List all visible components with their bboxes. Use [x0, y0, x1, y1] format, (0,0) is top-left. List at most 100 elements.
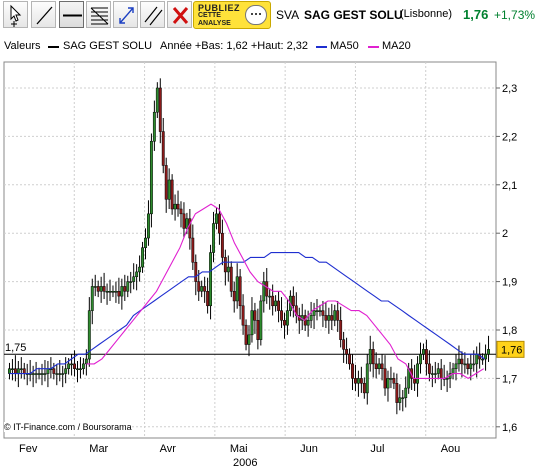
- candle-body: [229, 266, 233, 292]
- y-tick-label: 1,9: [502, 277, 517, 289]
- y-tick-label: 2: [502, 228, 508, 240]
- chart-legend: Valeurs SAG GEST SOLU Année +Bas: 1,62 +…: [0, 40, 544, 54]
- ad-line-2: CETTE ANALYSE: [198, 12, 231, 28]
- expand-arrows-icon: [119, 7, 134, 24]
- candle-body: [330, 315, 334, 321]
- candle-body: [120, 286, 124, 297]
- candle-body: [90, 286, 94, 311]
- delete-tool-button[interactable]: [167, 1, 192, 28]
- price-chart[interactable]: 2,3 2,2 2,1 2 1,9 1,8 1,7 1,6 Fev Mar Avr Mai Jun Jul…: [0, 56, 544, 456]
- x-tick-label: Mai: [230, 443, 248, 455]
- candle-body: [392, 378, 396, 384]
- x-tick-label: Fev: [19, 443, 38, 455]
- candle-body: [315, 310, 319, 312]
- ticker-code: SVA: [276, 8, 300, 22]
- publish-analysis-banner[interactable]: PUBLIEZ CETTE ANALYSE: [193, 1, 271, 29]
- candle-body: [241, 305, 245, 326]
- trendline-tool-button[interactable]: [31, 1, 56, 28]
- candle-body: [309, 315, 313, 321]
- candle-body: [185, 218, 189, 229]
- last-price-label: 1,76: [501, 344, 522, 356]
- candle-body: [386, 378, 390, 389]
- candle-body: [99, 286, 103, 292]
- candle-body: [93, 286, 97, 288]
- candle-body: [55, 373, 59, 375]
- candle-body: [164, 165, 168, 200]
- candle-body: [149, 140, 153, 215]
- candle-body: [439, 368, 443, 379]
- year-label: 2006: [233, 457, 258, 469]
- candle-body: [238, 276, 242, 307]
- candle-body: [70, 363, 74, 366]
- candle-body: [108, 291, 112, 293]
- parallel-lines-icon: [144, 6, 163, 26]
- candle-body: [365, 363, 369, 394]
- candle-body: [256, 320, 260, 340]
- candle-body: [354, 378, 357, 384]
- candle-body: [135, 271, 139, 278]
- candle-body: [73, 363, 76, 369]
- x-tick-label: Avr: [160, 443, 177, 455]
- candle-body: [182, 213, 186, 229]
- fibonacci-tool-button[interactable]: [86, 1, 111, 28]
- candle-body: [271, 295, 275, 307]
- candle-body: [206, 291, 210, 307]
- horizontal-line-tool-button[interactable]: [59, 1, 84, 28]
- reference-price-label: 1,75: [5, 342, 26, 354]
- candle-body: [235, 276, 239, 302]
- candle-body: [232, 291, 236, 302]
- candle-body: [167, 179, 171, 200]
- candle-body: [76, 368, 79, 370]
- candle-body: [457, 358, 461, 365]
- candle-body: [469, 363, 473, 369]
- parallel-channel-tool-button[interactable]: [140, 1, 165, 28]
- candle-body: [484, 353, 487, 360]
- candle-body: [197, 281, 201, 292]
- candle-body: [191, 237, 195, 263]
- candle-body: [152, 111, 156, 142]
- cursor-tool-button[interactable]: [3, 1, 28, 28]
- cursor-plus-icon: [10, 4, 22, 27]
- legend-ma20: MA20: [382, 40, 411, 52]
- x-tick-label: Mar: [89, 443, 108, 455]
- y-tick-label: 2,1: [502, 180, 517, 192]
- diagonal-line-icon: [36, 6, 53, 25]
- candle-body: [19, 368, 23, 370]
- candle-body: [336, 310, 340, 321]
- candle-body: [466, 363, 470, 369]
- x-tick-label: Jul: [370, 443, 384, 455]
- candle-body: [138, 266, 142, 273]
- candle-body: [475, 353, 479, 365]
- zoom-tool-button[interactable]: [113, 1, 138, 28]
- candle-body: [413, 378, 417, 384]
- candle-body: [318, 310, 322, 312]
- candle-body: [371, 349, 375, 365]
- ticker-price: 1,76: [463, 7, 489, 22]
- candle-body: [268, 295, 272, 298]
- candle-body: [176, 203, 180, 210]
- candle-body: [155, 87, 159, 113]
- candle-body: [277, 300, 281, 311]
- candle-body: [43, 373, 47, 375]
- candle-body: [436, 368, 440, 374]
- ad-line-2-text: CETTE: [198, 12, 221, 19]
- x-tick-label: Jun: [300, 443, 318, 455]
- candle-body: [244, 324, 248, 345]
- ma20-swatch: [368, 46, 379, 48]
- candle-body: [217, 213, 221, 234]
- candle-body: [481, 358, 485, 361]
- legend-label: Valeurs: [4, 40, 41, 52]
- candle-body: [209, 252, 212, 307]
- candle-body: [226, 266, 230, 273]
- y-tick-label: 2,2: [502, 131, 517, 143]
- candle-body: [147, 213, 150, 239]
- horizontal-line-icon: [63, 14, 82, 17]
- candle-body: [259, 300, 263, 340]
- candle-body: [161, 131, 165, 166]
- candle-body: [339, 320, 343, 340]
- candle-body: [487, 349, 490, 355]
- candle-body: [416, 363, 419, 384]
- candle-body: [253, 310, 257, 321]
- chart-credit: © IT-Finance.com / Boursorama: [4, 422, 132, 432]
- candle-body: [96, 286, 100, 292]
